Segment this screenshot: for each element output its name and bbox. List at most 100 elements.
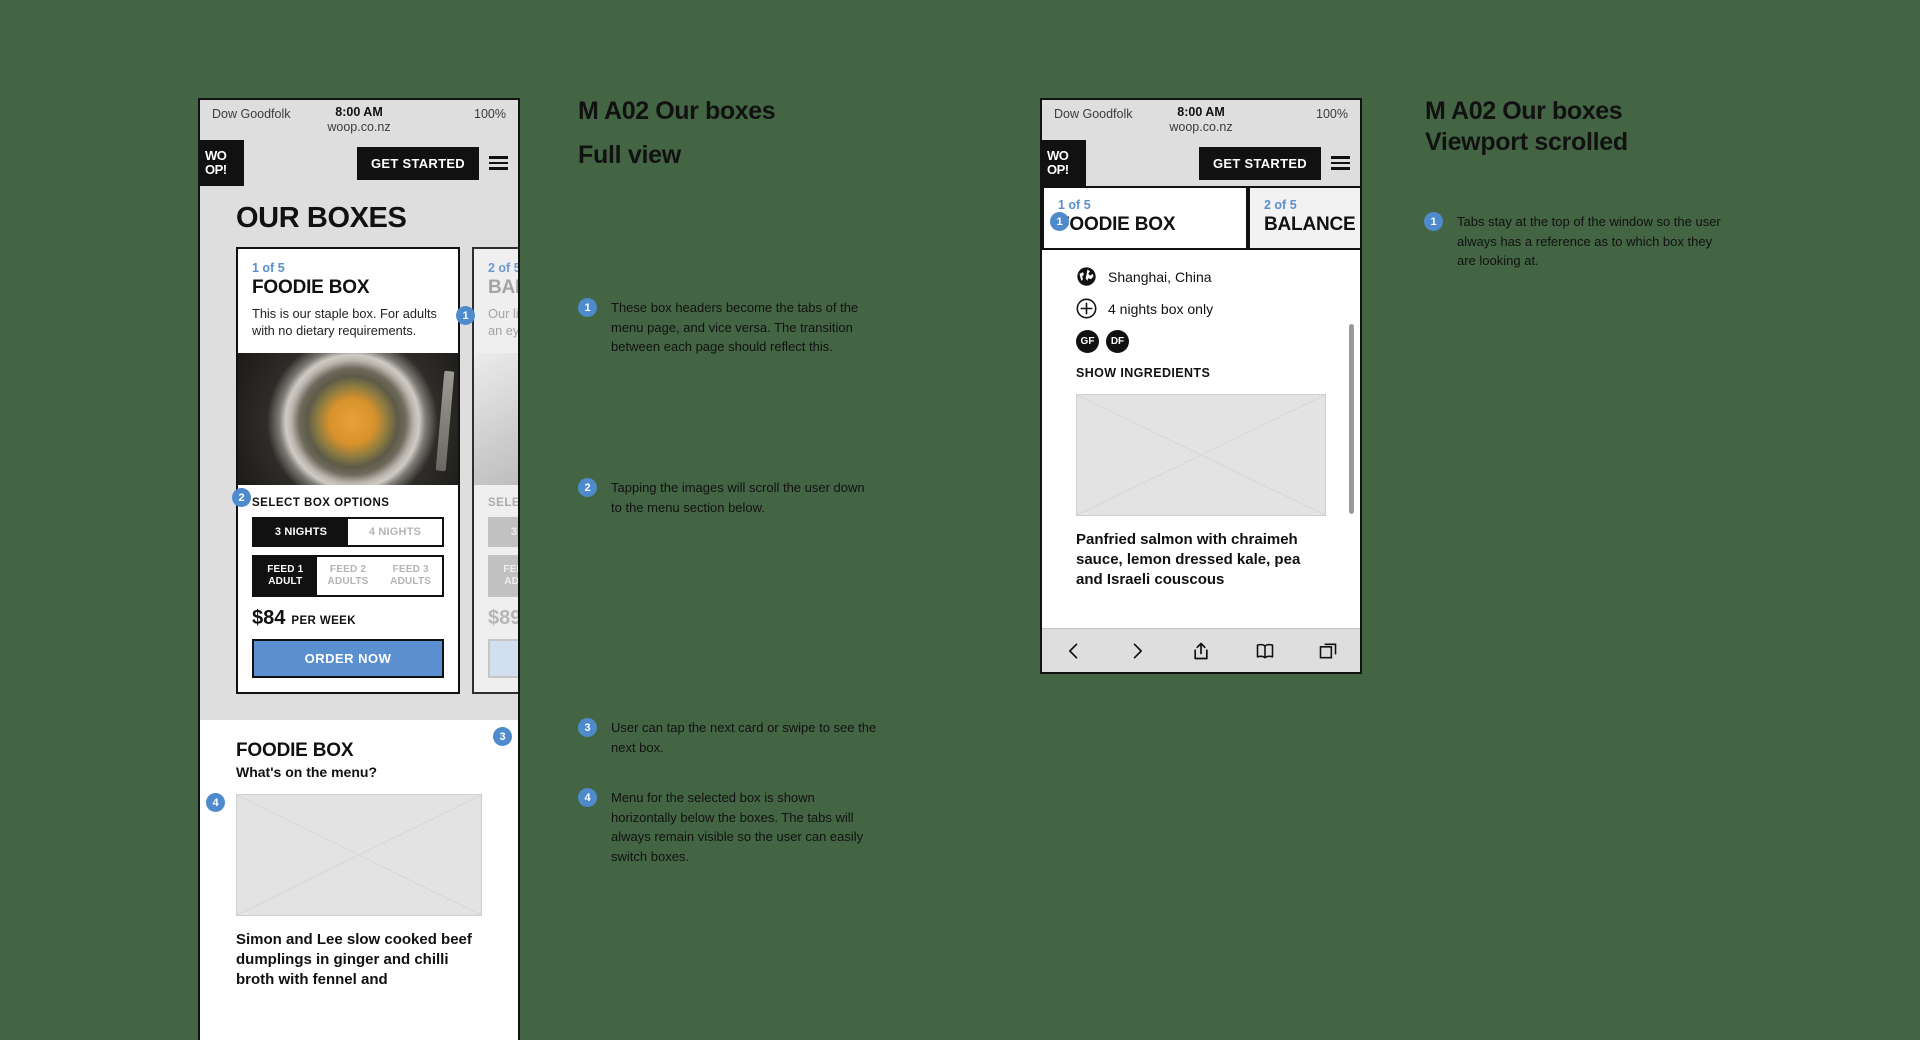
tab-title: FOODIE BOX [1058, 214, 1176, 235]
annotation-3: 3 User can tap the next card or swipe to… [578, 718, 878, 757]
show-ingredients-button[interactable]: SHOW INGREDIENTS [1076, 366, 1326, 380]
annotation-bullet: 1 [1424, 212, 1443, 231]
site-nav-bar: WO OP! GET STARTED [200, 140, 518, 186]
nights-option-4[interactable]: 4 NIGHTS [348, 519, 442, 545]
box-card-balance[interactable]: 2 of 5 BALANCE BOX Our lighter box for t… [472, 247, 520, 694]
status-bar-battery: 100% [1316, 107, 1348, 121]
nights-option-3[interactable]: 3 NIGHTS [490, 519, 518, 545]
annotation-text: Tabs stay at the top of the window so th… [1457, 214, 1721, 268]
box-detail-body: Shanghai, China 4 nights box only GF DF … [1042, 250, 1360, 590]
scrollbar-thumb[interactable] [1349, 324, 1354, 514]
browser-toolbar [1042, 628, 1360, 672]
menu-subtitle: What's on the menu? [236, 764, 377, 780]
menu-image-placeholder[interactable] [236, 794, 482, 916]
box-card-title: FOODIE BOX [252, 277, 370, 298]
box-options: SELECT BOX OPTIONS 3 NIGHTS 4 NIGHTS FEE… [238, 485, 458, 692]
box-options: SELECT BOX OPTIONS 3 NIGHTS 4 NIGHTS FEE… [474, 485, 520, 692]
feed-option-1[interactable]: FEED 1 ADULT [254, 557, 317, 595]
box-card-photo[interactable] [474, 353, 518, 485]
box-card-header[interactable]: 1 of 5 FOODIE BOX This is our staple box… [238, 249, 458, 353]
detail-row-origin: Shanghai, China [1076, 266, 1326, 287]
status-bar: Dow Goodfolk 8:00 AM woop.co.nz 100% [200, 100, 518, 140]
salad-dish-image [474, 353, 518, 485]
annotation-panel-scrolled: M A02 Our boxes Viewport scrolled [1425, 96, 1755, 158]
feed-option-2[interactable]: FEED 2 ADULTS [316, 557, 380, 595]
box-card-photo[interactable] [238, 353, 458, 485]
dish-image-placeholder[interactable] [1076, 394, 1326, 516]
status-bar-center: 8:00 AM woop.co.nz [1042, 105, 1360, 135]
status-bar-url: woop.co.nz [1169, 119, 1233, 134]
nav-actions: GET STARTED [1198, 146, 1360, 180]
detail-row-availability: 4 nights box only [1076, 298, 1326, 319]
feed-option-3[interactable]: FEED 3 ADULTS [379, 557, 443, 595]
get-started-button[interactable]: GET STARTED [356, 146, 479, 180]
annotation-heading: M A02 Our boxes [1425, 97, 1623, 125]
price-row: $89 PER WEEK [488, 607, 518, 630]
order-now-button[interactable]: ORDER NOW [488, 639, 518, 678]
tabs-icon[interactable] [1318, 641, 1338, 661]
share-icon[interactable] [1191, 641, 1211, 661]
box-card-count: 1 of 5 [252, 261, 285, 275]
annotation-panel-full-view: M A02 Our boxes [578, 96, 908, 127]
status-bar-url: woop.co.nz [327, 119, 391, 134]
screenshot-canvas: Dow Goodfolk 8:00 AM woop.co.nz 100% WO … [0, 0, 1920, 1040]
annotation-text: Menu for the selected box is shown horiz… [611, 790, 864, 864]
logo-line-2: OP! [1047, 162, 1069, 177]
dietary-badges: GF DF [1076, 330, 1326, 353]
order-now-button[interactable]: ORDER NOW [252, 639, 444, 678]
detail-availability-text: 4 nights box only [1108, 300, 1214, 317]
box-card-foodie[interactable]: 1 of 5 FOODIE BOX This is our staple box… [236, 247, 460, 694]
nights-segmented-control[interactable]: 3 NIGHTS 4 NIGHTS [488, 517, 518, 547]
curry-dish-image [238, 353, 458, 485]
nights-option-3[interactable]: 3 NIGHTS [254, 519, 348, 545]
annotation-text: These box headers become the tabs of the… [611, 300, 859, 354]
forward-icon[interactable] [1127, 641, 1147, 661]
annotation-subheading: Viewport scrolled [1425, 128, 1628, 156]
box-card-count: 2 of 5 [488, 261, 520, 275]
annotation-4: 4 Menu for the selected box is shown hor… [578, 788, 878, 866]
status-bar-battery: 100% [474, 107, 506, 121]
tab-count: 1 of 5 [1058, 198, 1091, 212]
logo-line-1: WO [205, 148, 227, 163]
logo-line-2: OP! [205, 162, 227, 177]
box-card-description: Our lighter box for those keeping an eye… [488, 306, 520, 338]
logo-line-1: WO [1047, 148, 1069, 163]
menu-section: FOODIE BOX What's on the menu? Simon and… [200, 720, 518, 990]
nav-actions: GET STARTED [356, 146, 518, 180]
feeds-segmented-control[interactable]: FEED 1 ADULT FEED 2 ADULTS FEED 3 ADULTS [252, 555, 444, 597]
callout-bullet-2: 2 [232, 488, 251, 507]
hamburger-icon[interactable] [1331, 156, 1350, 170]
plus-circle-icon [1076, 298, 1097, 319]
annotation-1: 1 These box headers become the tabs of t… [578, 298, 878, 357]
price-unit: PER WEEK [291, 615, 356, 627]
annotation-text: Tapping the images will scroll the user … [611, 480, 865, 515]
annotation-subheading-full: Full view [578, 141, 681, 169]
tab-balance-box[interactable]: 2 of 5 BALANCE BOX [1248, 186, 1360, 250]
nights-segmented-control[interactable]: 3 NIGHTS 4 NIGHTS [252, 517, 444, 547]
site-nav-bar: WO OP! GET STARTED [1042, 140, 1360, 186]
box-tabs[interactable]: 1 of 5 FOODIE BOX 2 of 5 BALANCE BOX [1042, 186, 1360, 250]
feed-option-1[interactable]: FEED 1 ADULT [490, 557, 518, 595]
tab-foodie-box[interactable]: 1 of 5 FOODIE BOX [1042, 186, 1248, 250]
woop-logo[interactable]: WO OP! [1042, 140, 1086, 186]
select-box-options-label: SELECT BOX OPTIONS [488, 497, 520, 509]
get-started-button[interactable]: GET STARTED [1198, 146, 1321, 180]
box-card-header[interactable]: 2 of 5 BALANCE BOX Our lighter box for t… [474, 249, 520, 353]
callout-bullet-3: 3 [493, 727, 512, 746]
callout-bullet-1: 1 [456, 306, 475, 325]
hamburger-icon[interactable] [489, 156, 508, 170]
select-box-options-label: SELECT BOX OPTIONS [252, 497, 390, 509]
status-bar: Dow Goodfolk 8:00 AM woop.co.nz 100% [1042, 100, 1360, 140]
price-value: $84 [252, 607, 286, 629]
annotation-2: 2 Tapping the images will scroll the use… [578, 478, 878, 517]
woop-logo[interactable]: WO OP! [200, 140, 244, 186]
menu-box-title: FOODIE BOX [236, 740, 354, 761]
annotation-right-1: 1 Tabs stay at the top of the window so … [1424, 212, 1724, 271]
annotation-bullet: 1 [578, 298, 597, 317]
status-bar-time: 8:00 AM [1177, 104, 1225, 119]
price-row: $84 PER WEEK [252, 607, 444, 630]
feeds-segmented-control[interactable]: FEED 1 ADULT FEED 2 ADULTS FEED 3 ADULTS [488, 555, 518, 597]
bookmarks-icon[interactable] [1255, 641, 1275, 661]
annotation-text: User can tap the next card or swipe to s… [611, 720, 877, 755]
back-icon[interactable] [1064, 641, 1084, 661]
